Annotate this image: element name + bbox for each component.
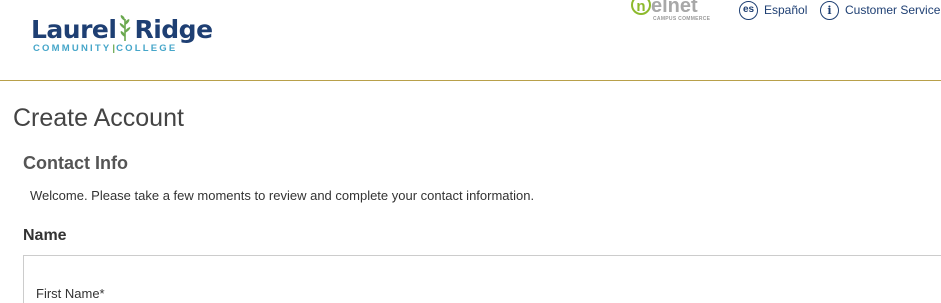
espanol-label: Español [764,3,808,17]
nelnet-word: elnet [651,0,698,17]
nelnet-tagline: CAMPUS COMMERCE [653,16,711,22]
logo-word-ridge: Ridge [134,15,213,44]
logo-word-laurel: Laurel [31,15,117,44]
name-fieldset: First Name* [23,255,941,303]
logo-sub-community: COMMUNITY [33,43,112,54]
nelnet-n-icon: n [631,0,651,15]
logo-wordmark: Laurel Ridge [31,15,213,45]
first-name-label: First Name* [36,286,105,301]
customer-service-label: Customer Service [845,3,941,17]
info-icon: i [820,0,839,20]
contact-info-heading: Contact Info [23,153,128,173]
site-header: Laurel Ridge COMMUNITY|COLLEGE n elnet CA… [0,0,941,81]
welcome-text: Welcome. Please take a few moments to re… [30,188,535,203]
nelnet-logo: n elnet CAMPUS COMMERCE [631,0,721,26]
name-heading: Name [23,227,67,244]
logo-sub-divider: | [112,43,116,54]
page-title: Create Account [13,104,184,132]
logo-subtitle: COMMUNITY|COLLEGE [33,43,177,55]
laurel-ridge-logo[interactable]: Laurel Ridge COMMUNITY|COLLEGE [31,13,221,63]
customer-service-link[interactable]: i Customer Service [820,0,940,20]
page: Laurel Ridge COMMUNITY|COLLEGE n elnet CA… [0,0,941,303]
language-es-icon: es [739,0,758,20]
leaf-icon [120,15,131,41]
logo-sub-college: COLLEGE [116,43,178,54]
espanol-link[interactable]: es Español [739,0,807,20]
